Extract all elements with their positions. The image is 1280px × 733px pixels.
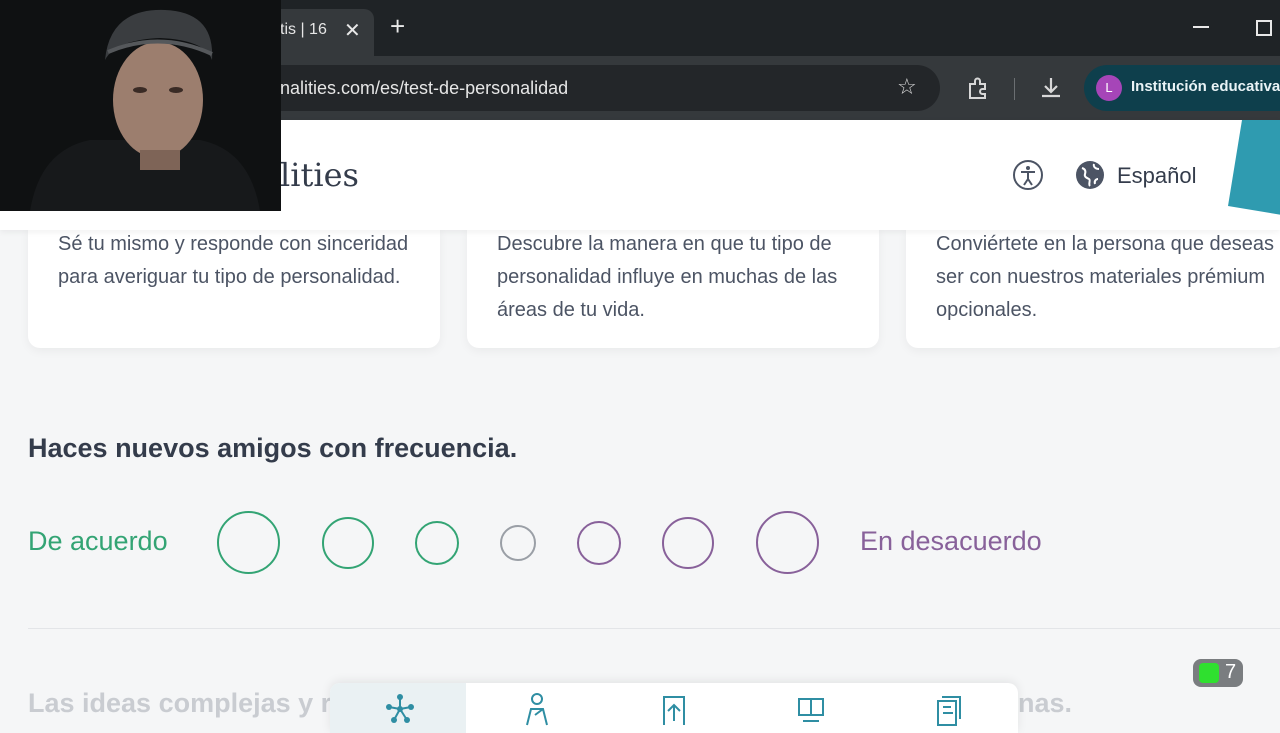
nav-item-tactics[interactable] [741,683,877,733]
profile-name: Institución educativa [1131,78,1280,95]
nav-item-energy[interactable] [467,683,603,733]
profile-chip[interactable]: L Institución educativa [1084,65,1280,111]
documents-icon [937,696,961,726]
nav-item-nature[interactable] [604,683,740,733]
answer-option-agree-slight[interactable] [415,521,459,565]
webcam-overlay [0,0,281,211]
nav-item-mind[interactable] [330,683,466,733]
network-icon [386,694,414,723]
info-card: Conviértete en la persona que deseas ser… [906,228,1280,348]
profile-avatar: L [1096,75,1122,101]
accessibility-icon[interactable] [1012,159,1044,191]
decorative-shape [1228,120,1280,215]
answer-option-disagree-strong[interactable] [756,511,819,574]
bottom-progress-nav [330,683,1018,733]
url-text[interactable]: nalities.com/es/test-de-personalidad [280,78,568,99]
info-card-text: Conviértete en la persona que deseas ser… [936,233,1275,321]
info-card-text: Descubre la manera en que tu tipo de per… [497,233,838,321]
site-logo[interactable]: lities [280,156,359,194]
person-flag-icon [526,693,548,726]
answer-option-agree-strong[interactable] [217,511,280,574]
info-card: Sé tu mismo y responde con sinceridad pa… [28,228,440,348]
person-video-image [0,0,281,211]
upload-doc-icon [663,696,685,725]
new-tab-icon[interactable]: + [390,12,405,40]
answer-option-agree[interactable] [322,517,374,569]
toolbar-separator [1014,78,1015,100]
window-maximize-icon[interactable] [1256,20,1272,36]
next-question-text-end: nas. [1018,688,1073,718]
disagree-label: En desacuerdo [860,526,1042,556]
agree-label: De acuerdo [28,526,168,556]
counter-badge: 7 [1193,659,1243,687]
question-divider [28,628,1280,629]
answer-option-disagree[interactable] [662,517,714,569]
tab-close-icon[interactable]: ✕ [344,18,361,43]
badge-logo-icon [1199,663,1219,683]
question-text: Haces nuevos amigos con frecuencia. [28,433,518,463]
badge-count: 7 [1225,661,1237,683]
info-card: Descubre la manera en que tu tipo de per… [467,228,879,348]
info-card-text: Sé tu mismo y responde con sinceridad pa… [58,233,409,288]
tab-title: tis | 16 [280,21,327,38]
nav-item-identity[interactable] [878,683,1014,733]
answer-option-neutral[interactable] [500,525,536,561]
address-bar[interactable]: nalities.com/es/test-de-personalidad ☆ [250,65,940,111]
people-shield-icon [798,698,824,722]
extensions-icon[interactable] [965,75,991,101]
answer-option-disagree-slight[interactable] [577,521,621,565]
bookmark-star-icon[interactable]: ☆ [897,74,917,100]
globe-icon[interactable] [1074,159,1106,191]
download-icon[interactable] [1038,75,1064,101]
next-question-text-start: Las ideas complejas y r [28,688,332,718]
language-selector[interactable]: Español [1117,163,1197,189]
window-minimize-icon[interactable] [1193,26,1209,28]
